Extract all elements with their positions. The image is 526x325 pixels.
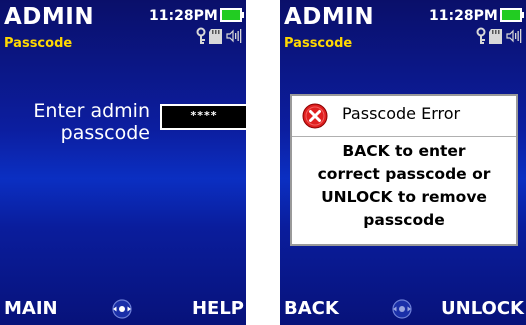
speaker-icon [226,29,242,43]
screen-title: ADMIN [4,4,95,30]
battery-icon [220,8,244,22]
passcode-error-dialog: Passcode Error BACK to enter correct pas… [290,94,518,246]
status-icons [476,27,522,44]
dialog-line: BACK to enter [342,142,466,160]
softkey-unlock[interactable]: UNLOCK [441,298,524,320]
softkey-help[interactable]: HELP [192,298,244,320]
key-icon [476,27,486,44]
softkey-main[interactable]: MAIN [4,298,58,320]
passcode-error-screen: ADMIN Passcode 11:28PM Passcode Error BA… [280,0,526,325]
status-clock: 11:28PM [149,8,218,24]
dialog-line: UNLOCK to remove [321,188,487,206]
dialog-title: Passcode Error [342,104,461,123]
sd-card-icon [489,29,502,44]
dpad-icon[interactable] [110,297,134,321]
sd-card-icon [209,29,222,44]
dialog-message: BACK to enter correct passcode or UNLOCK… [292,140,516,232]
prompt-line-1: Enter admin [33,100,150,122]
admin-passcode-screen: ADMIN Passcode 11:28PM Enter admin passc… [0,0,246,325]
dialog-header: Passcode Error [292,96,516,137]
screen-subtitle: Passcode [284,36,353,51]
status-clock: 11:28PM [429,8,498,24]
prompt-line-2: passcode [60,122,150,144]
dpad-icon[interactable] [390,297,414,321]
screen-subtitle: Passcode [4,36,73,51]
key-icon [196,27,206,44]
passcode-prompt: Enter admin passcode [10,100,150,144]
dialog-line: passcode [363,211,445,229]
screen-title: ADMIN [284,4,375,30]
dialog-line: correct passcode or [317,165,491,183]
speaker-icon [506,29,522,43]
status-icons [196,27,242,44]
passcode-input[interactable]: **** [160,104,246,130]
battery-icon [500,8,524,22]
error-icon [302,103,328,129]
softkey-back[interactable]: BACK [284,298,339,320]
